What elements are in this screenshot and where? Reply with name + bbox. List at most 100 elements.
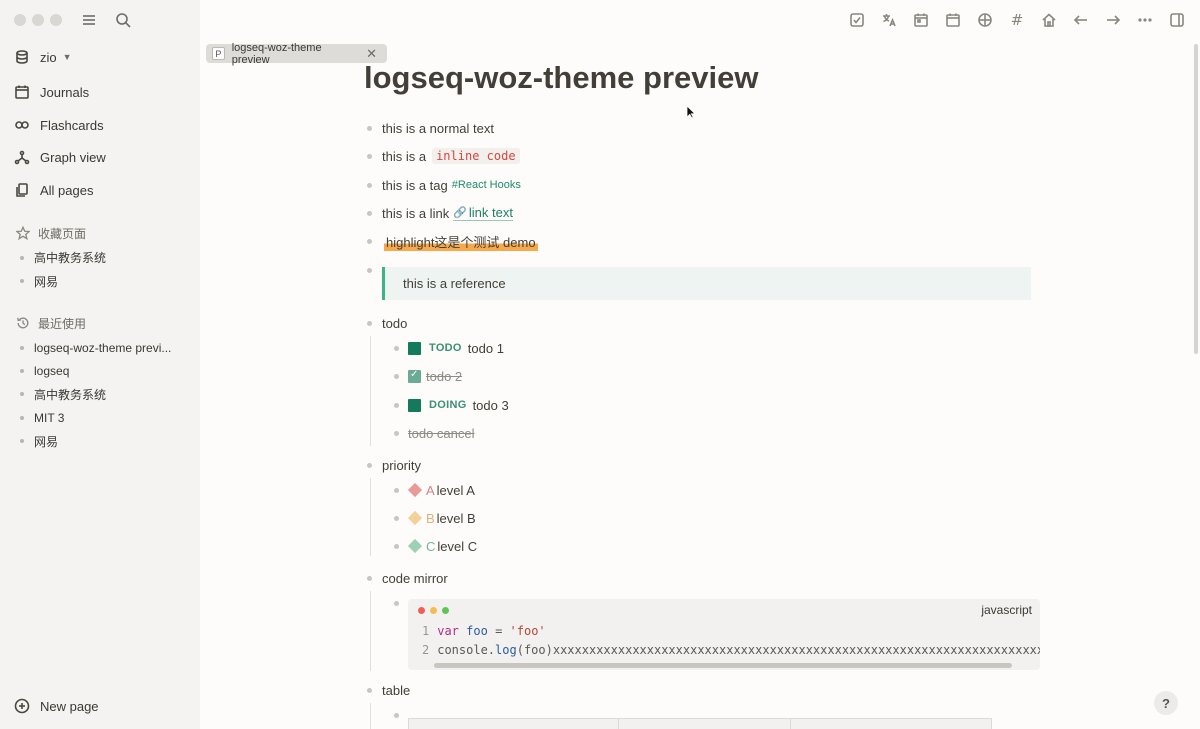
block-bullet[interactable]: [394, 403, 399, 408]
indent-guide: [370, 478, 371, 556]
doing-marker[interactable]: DOING: [429, 399, 467, 411]
block-todo-parent[interactable]: todo: [382, 313, 407, 333]
todo-checkbox[interactable]: [408, 341, 421, 355]
block-todo-2[interactable]: todo 2: [408, 366, 462, 386]
block-priority-parent[interactable]: priority: [382, 455, 421, 475]
right-sidebar-toggle-icon[interactable]: [1168, 11, 1186, 29]
sidebar-item-label: Flashcards: [40, 117, 104, 133]
priority-a-badge[interactable]: A: [407, 482, 435, 498]
table[interactable]: [408, 718, 992, 729]
block-priority-b[interactable]: B level B: [407, 508, 476, 528]
block-bullet[interactable]: [394, 713, 399, 718]
forward-arrow-icon[interactable]: [1104, 11, 1122, 29]
highlighted-text: highlight这是个测试 demo: [384, 231, 538, 251]
home-icon[interactable]: [1040, 11, 1058, 29]
infinity-icon: [15, 121, 29, 129]
code-horizontal-scrollbar[interactable]: [434, 663, 1012, 668]
plus-circle-icon: [14, 698, 30, 714]
vertical-scrollbar[interactable]: [1194, 44, 1198, 354]
external-link[interactable]: 🔗 link text: [453, 205, 513, 221]
sidebar-item-flashcards[interactable]: Flashcards: [14, 114, 104, 136]
code-language[interactable]: javascript: [981, 603, 1032, 617]
back-arrow-icon[interactable]: [1072, 11, 1090, 29]
recent-item[interactable]: 高中教务系统: [20, 383, 171, 406]
page-title[interactable]: logseq-woz-theme preview: [364, 60, 758, 96]
sidebar-item-journals[interactable]: Journals: [14, 81, 89, 103]
recent-item[interactable]: logseq: [20, 359, 171, 382]
block-bullet[interactable]: [367, 688, 372, 693]
priority-b-badge[interactable]: B: [407, 511, 435, 526]
recent-header[interactable]: 最近使用: [16, 313, 86, 333]
block-tag[interactable]: this is a tag #React Hooks: [382, 175, 521, 195]
block-bullet[interactable]: [394, 544, 399, 549]
block-bullet[interactable]: [367, 576, 372, 581]
block-todo-cancel[interactable]: todo cancel: [408, 423, 475, 443]
priority-c-badge[interactable]: C: [407, 539, 435, 554]
block-bullet[interactable]: [394, 374, 399, 379]
checkbox-icon[interactable]: [848, 11, 866, 29]
sidebar-item-label: Graph view: [40, 149, 106, 165]
recent-item[interactable]: logseq-woz-theme previ...: [20, 336, 171, 359]
more-icon[interactable]: [1136, 11, 1154, 29]
block-bullet[interactable]: [394, 601, 399, 606]
blockquote[interactable]: this is a reference: [382, 267, 1031, 300]
block-bullet[interactable]: [367, 183, 372, 188]
favorites-header[interactable]: 收藏页面: [16, 223, 86, 243]
block-bullet[interactable]: [367, 463, 372, 468]
block-bullet[interactable]: [394, 346, 399, 351]
block-bullet[interactable]: [367, 154, 372, 159]
hashtag-icon[interactable]: #: [1008, 11, 1026, 29]
block-table-parent[interactable]: table: [382, 680, 410, 700]
todo-checkbox[interactable]: [408, 398, 421, 412]
page-tab[interactable]: P logseq-woz-theme preview ✕: [206, 42, 387, 66]
block-bullet[interactable]: [367, 268, 372, 273]
done-checkbox[interactable]: [408, 369, 421, 383]
table-header-cell: [619, 719, 791, 729]
block-bullet[interactable]: [394, 516, 399, 521]
priority-high-icon: [407, 482, 423, 498]
menu-icon[interactable]: [80, 11, 98, 29]
block-todo-1[interactable]: TODO todo 1: [408, 338, 504, 358]
recent-item[interactable]: 网易: [20, 430, 171, 453]
help-button[interactable]: ?: [1154, 691, 1178, 715]
search-icon[interactable]: [114, 11, 132, 29]
calendar-event-icon[interactable]: [944, 11, 962, 29]
block-bullet[interactable]: [394, 488, 399, 493]
layout-icon[interactable]: [976, 11, 994, 29]
block-todo-3[interactable]: DOING todo 3: [408, 395, 509, 415]
code-line: 2 console.log(foo)xxxxxxxxxxxxxxxxxxxxxxx…: [422, 643, 1040, 657]
block-bullet[interactable]: [367, 126, 372, 131]
favorites-list: 高中教务系统 网易: [20, 246, 106, 293]
table-header-cell: [791, 719, 991, 729]
block-bullet[interactable]: [367, 211, 372, 216]
block-code-parent[interactable]: code mirror: [382, 568, 448, 588]
page-badge: P: [212, 47, 225, 60]
block-inline-code[interactable]: this is a inline code: [382, 146, 520, 166]
favorite-item[interactable]: 网易: [20, 269, 106, 292]
translate-icon[interactable]: [880, 11, 898, 29]
block-priority-c[interactable]: C level C: [407, 536, 477, 556]
tag-link[interactable]: #React Hooks: [452, 179, 521, 191]
block-bullet[interactable]: [367, 321, 372, 326]
maximize-window-button[interactable]: [50, 14, 62, 26]
recent-item[interactable]: MIT 3: [20, 406, 171, 429]
sidebar-item-all-pages[interactable]: All pages: [14, 179, 93, 201]
calendar-icon[interactable]: [912, 11, 930, 29]
graph-selector[interactable]: zio ▼: [14, 46, 72, 68]
block-bullet[interactable]: [394, 431, 399, 436]
code-line: 1 var foo = 'foo': [422, 624, 546, 638]
code-editor[interactable]: javascript 1 var foo = 'foo' 2 console.log…: [408, 599, 1040, 670]
block-normal-text[interactable]: this is a normal text: [382, 118, 494, 138]
todo-marker[interactable]: TODO: [429, 342, 462, 354]
favorite-item[interactable]: 高中教务系统: [20, 246, 106, 269]
block-priority-a[interactable]: A level A: [407, 480, 475, 500]
close-window-button[interactable]: [14, 14, 26, 26]
table-header-cell: [409, 719, 619, 729]
pages-icon: [16, 183, 28, 197]
minimize-window-button[interactable]: [32, 14, 44, 26]
sidebar-item-graph-view[interactable]: Graph view: [14, 146, 106, 168]
block-link[interactable]: this is a link 🔗 link text: [382, 203, 513, 223]
block-bullet[interactable]: [367, 239, 372, 244]
block-highlight[interactable]: highlight这是个测试 demo: [384, 231, 538, 251]
new-page-button[interactable]: New page: [14, 698, 99, 714]
